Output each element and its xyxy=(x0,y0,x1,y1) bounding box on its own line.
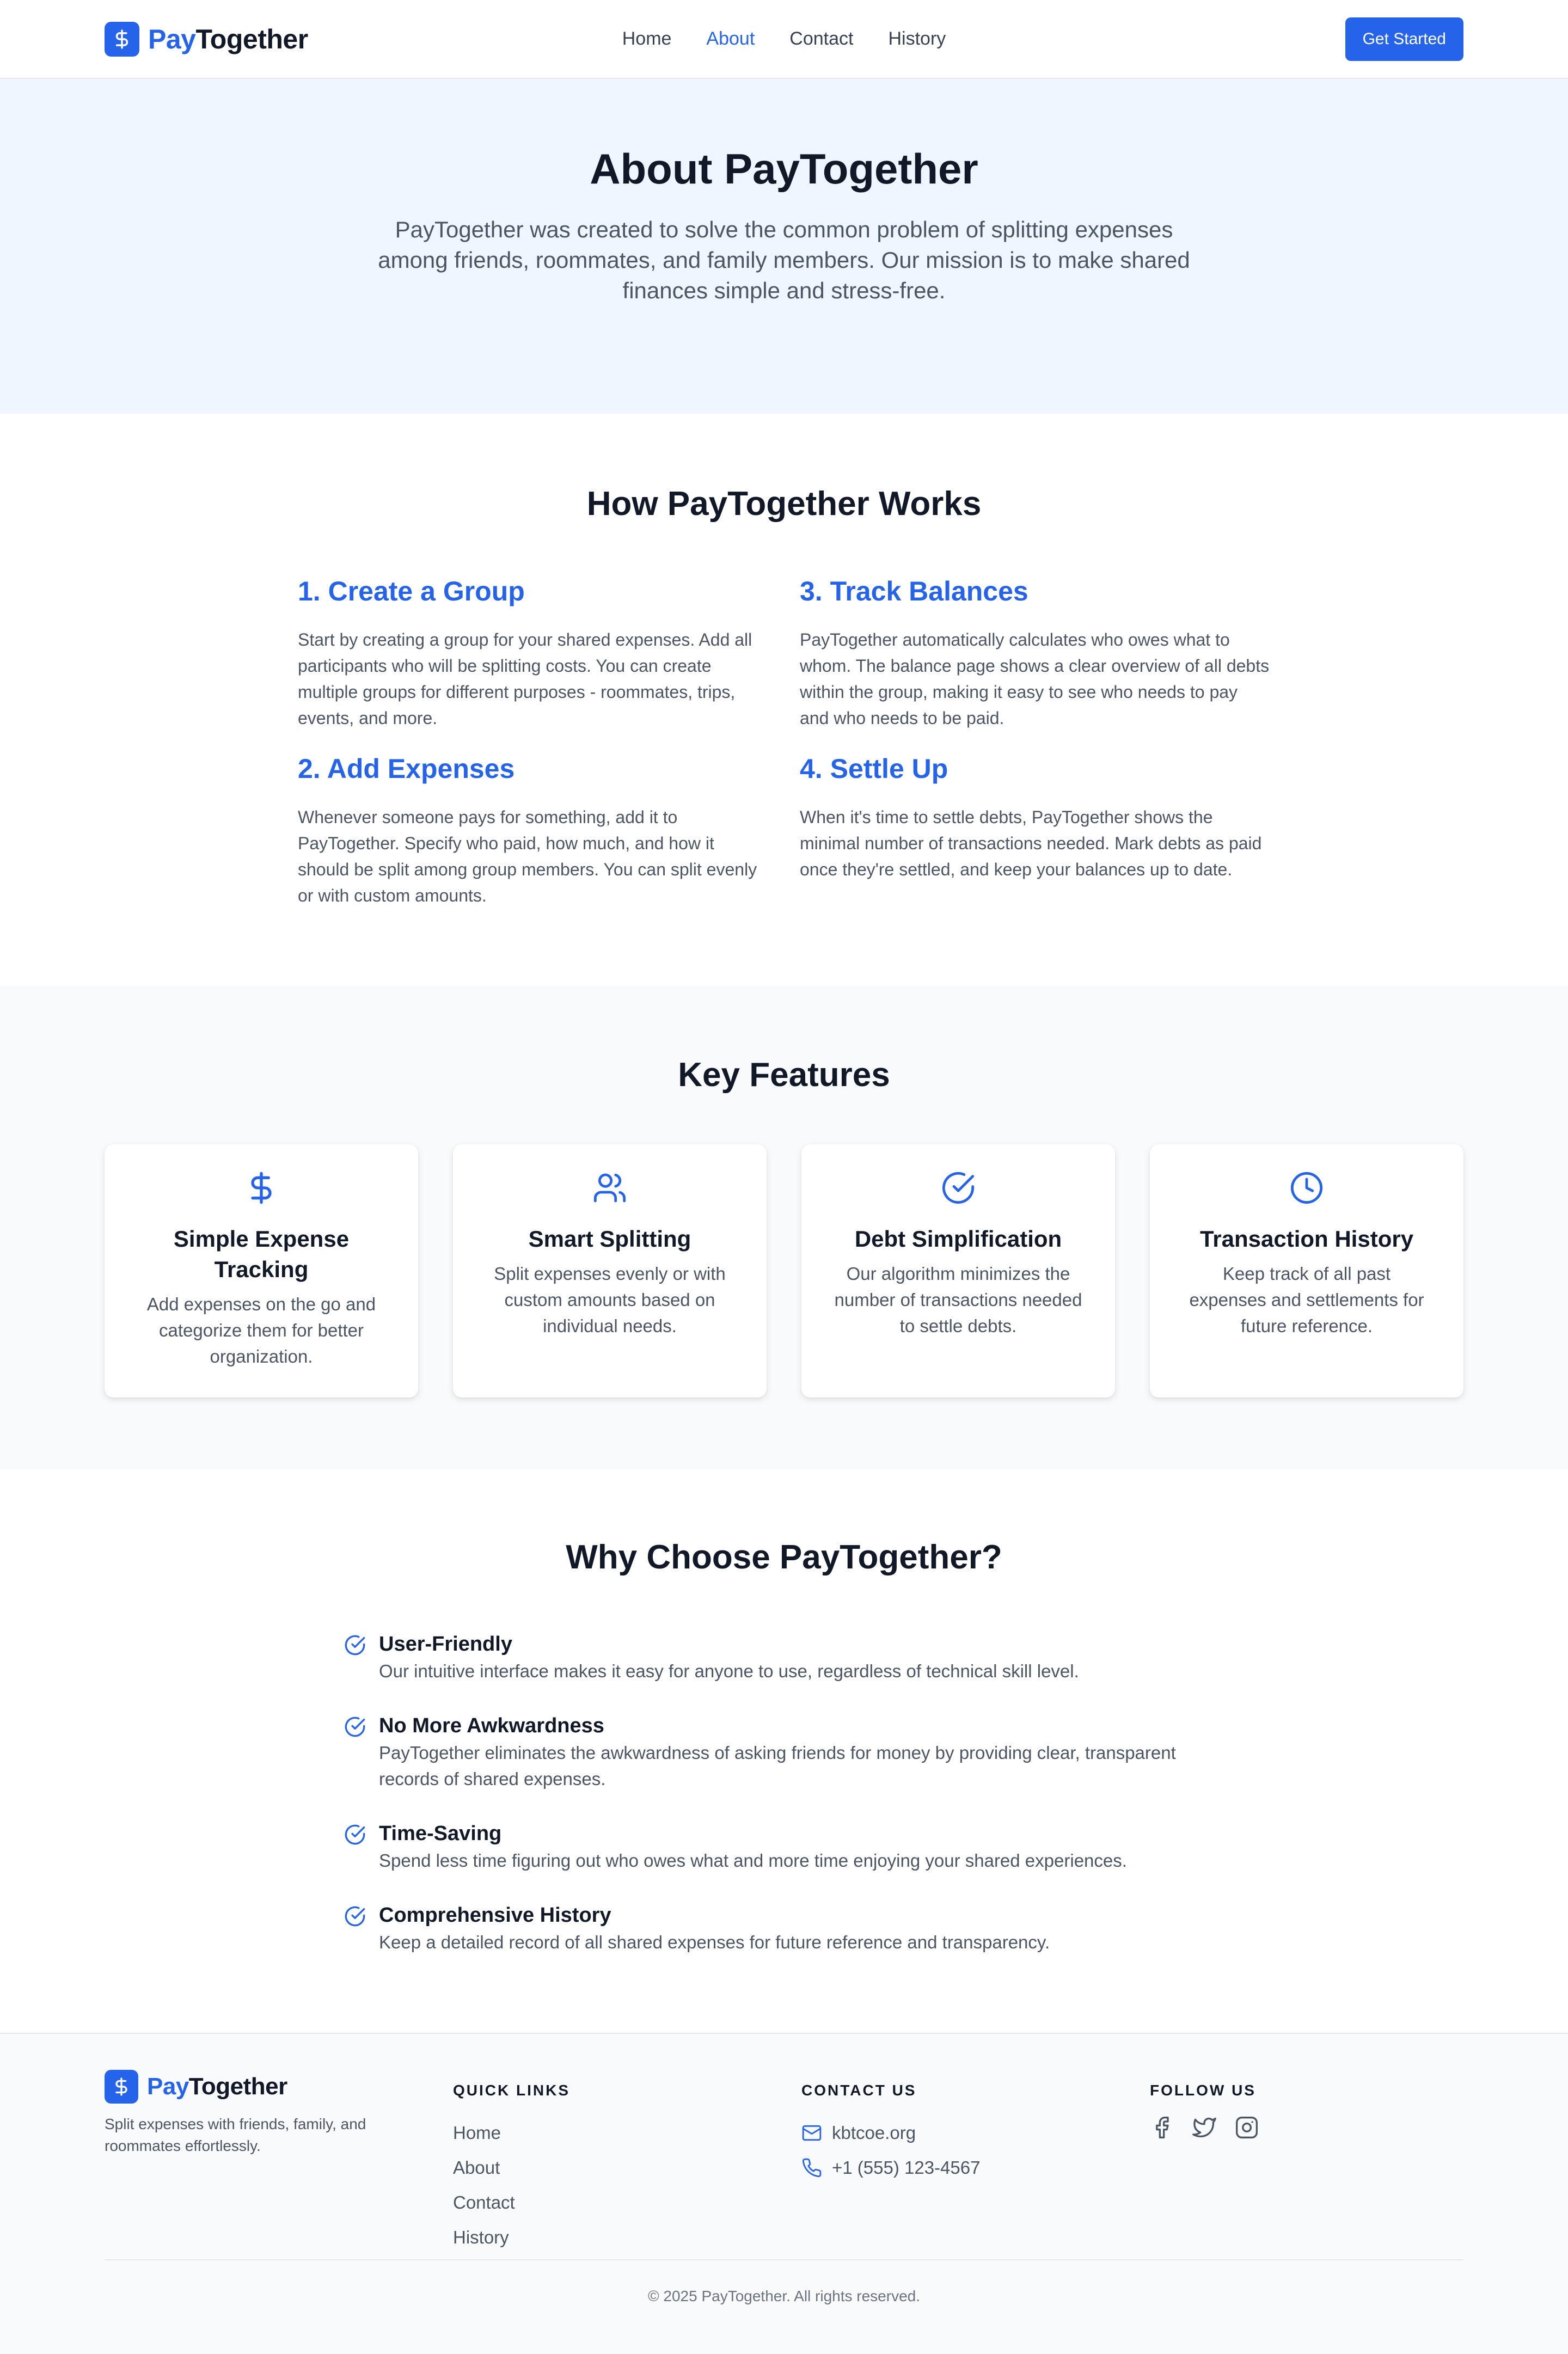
follow-heading: FOLLOW US xyxy=(1150,2082,1256,2099)
why-item-comprehensive-history: Comprehensive History Keep a detailed re… xyxy=(344,1901,1224,1955)
footer-brand-logo[interactable]: PayTogether xyxy=(105,2070,418,2104)
step-title: 4. Settle Up xyxy=(800,753,948,784)
step-text: PayTogether automatically calculates who… xyxy=(800,630,1270,728)
feature-card-smart-splitting: Smart Splitting Split expenses evenly or… xyxy=(453,1144,767,1397)
why-item-text: Keep a detailed record of all shared exp… xyxy=(379,1932,1050,1952)
quick-links-list: Home About Contact History xyxy=(453,2116,767,2255)
instagram-icon[interactable] xyxy=(1235,2116,1259,2140)
feature-text: Our algorithm minimizes the number of tr… xyxy=(834,1264,1082,1336)
check-circle-icon xyxy=(344,1819,366,1874)
feature-grid: Simple Expense Tracking Add expenses on … xyxy=(105,1144,1463,1397)
mail-icon xyxy=(801,2123,822,2143)
step-title: 2. Add Expenses xyxy=(298,753,515,784)
footer-link-about[interactable]: About xyxy=(453,2150,767,2185)
why-choose-title: Why Choose PayTogether? xyxy=(566,1538,1002,1576)
step-add-expenses: 2. Add Expenses Whenever someone pays fo… xyxy=(298,753,768,909)
feature-title: Debt Simplification xyxy=(854,1226,1062,1252)
contact-phone-text: +1 (555) 123-4567 xyxy=(832,2157,981,2178)
feature-card-expense-tracking: Simple Expense Tracking Add expenses on … xyxy=(105,1144,418,1397)
hero-section: About PayTogether PayTogether was create… xyxy=(0,79,1568,414)
how-it-works-title: How PayTogether Works xyxy=(586,485,982,523)
footer-link-history[interactable]: History xyxy=(453,2220,767,2255)
why-item-title: Time-Saving xyxy=(379,1822,502,1845)
copyright: © 2025 PayTogether. All rights reserved. xyxy=(647,2288,921,2304)
how-it-works-section: How PayTogether Works 1. Create a Group … xyxy=(0,414,1568,986)
nav-contact[interactable]: Contact xyxy=(789,28,853,50)
brand-name: PayTogether xyxy=(148,23,308,55)
brand-name-together: Together xyxy=(195,23,308,54)
step-text: Start by creating a group for your share… xyxy=(298,630,752,728)
step-title: 3. Track Balances xyxy=(800,576,1028,606)
site-header: PayTogether Home About Contact History G… xyxy=(0,0,1568,79)
why-item-title: No More Awkwardness xyxy=(379,1714,604,1737)
feature-card-transaction-history: Transaction History Keep track of all pa… xyxy=(1150,1144,1463,1397)
why-item-title: Comprehensive History xyxy=(379,1904,611,1927)
footer-follow-column: FOLLOW US xyxy=(1150,2070,1463,2259)
feature-text: Split expenses evenly or with custom amo… xyxy=(494,1264,726,1336)
why-item-time-saving: Time-Saving Spend less time figuring out… xyxy=(344,1819,1224,1874)
check-circle-icon xyxy=(344,1630,366,1684)
feature-title: Smart Splitting xyxy=(528,1226,691,1252)
footer-link-contact[interactable]: Contact xyxy=(453,2185,767,2220)
feature-text: Keep track of all past expenses and sett… xyxy=(1189,1264,1424,1336)
feature-text: Add expenses on the go and categorize th… xyxy=(146,1294,376,1366)
why-item-text: PayTogether eliminates the awkwardness o… xyxy=(379,1743,1176,1789)
step-text: When it's time to settle debts, PayToget… xyxy=(800,807,1262,879)
hero-description: PayTogether was created to solve the com… xyxy=(378,217,1190,303)
check-circle-icon xyxy=(344,1901,366,1955)
step-track-balances: 3. Track Balances PayTogether automatica… xyxy=(800,575,1270,731)
contact-email-text: kbtcoe.org xyxy=(832,2123,916,2143)
footer-brand-column: PayTogether Split expenses with friends,… xyxy=(105,2070,418,2259)
get-started-button[interactable]: Get Started xyxy=(1345,17,1463,61)
contact-email[interactable]: kbtcoe.org xyxy=(801,2116,1115,2150)
nav-about[interactable]: About xyxy=(706,28,755,50)
step-title: 1. Create a Group xyxy=(298,576,525,606)
brand-name-together: Together xyxy=(188,2073,287,2100)
quick-links-heading: QUICK LINKS xyxy=(453,2082,570,2099)
feature-title: Simple Expense Tracking xyxy=(173,1226,350,1282)
step-settle-up: 4. Settle Up When it's time to settle de… xyxy=(800,753,1270,909)
footer-quick-links-column: QUICK LINKS Home About Contact History xyxy=(453,2070,767,2259)
why-item-no-awkwardness: No More Awkwardness PayTogether eliminat… xyxy=(344,1712,1224,1792)
feature-card-debt-simplification: Debt Simplification Our algorithm minimi… xyxy=(801,1144,1115,1397)
check-circle-icon xyxy=(834,1170,1082,1209)
footer-grid: PayTogether Split expenses with friends,… xyxy=(105,2070,1463,2259)
contact-heading: CONTACT US xyxy=(801,2082,917,2099)
why-item-text: Our intuitive interface makes it easy fo… xyxy=(379,1661,1079,1681)
feature-title: Transaction History xyxy=(1199,1226,1414,1252)
brand-name: PayTogether xyxy=(147,2073,287,2100)
why-item-text: Spend less time figuring out who owes wh… xyxy=(379,1850,1127,1871)
dollar-icon xyxy=(105,21,139,57)
why-list: User-Friendly Our intuitive interface ma… xyxy=(344,1630,1224,1955)
twitter-icon[interactable] xyxy=(1192,2116,1216,2140)
footer-contact-column: CONTACT US kbtcoe.org +1 (555) 123-4567 xyxy=(801,2070,1115,2259)
step-text: Whenever someone pays for something, add… xyxy=(298,807,757,905)
footer-tagline: Split expenses with friends, family, and… xyxy=(105,2116,366,2154)
brand-name-pay: Pay xyxy=(147,2073,189,2100)
footer-link-home[interactable]: Home xyxy=(453,2116,767,2150)
why-item-user-friendly: User-Friendly Our intuitive interface ma… xyxy=(344,1630,1224,1684)
dollar-icon xyxy=(137,1170,385,1209)
facebook-icon[interactable] xyxy=(1150,2116,1174,2140)
phone-icon xyxy=(801,2157,822,2178)
site-footer: PayTogether Split expenses with friends,… xyxy=(0,2033,1568,2354)
nav-home[interactable]: Home xyxy=(622,28,672,50)
dollar-icon xyxy=(105,2070,138,2104)
why-choose-section: Why Choose PayTogether? User-Friendly Ou… xyxy=(0,1469,1568,2033)
steps-grid: 1. Create a Group Start by creating a gr… xyxy=(298,575,1270,909)
brand-name-pay: Pay xyxy=(148,23,196,54)
key-features-section: Key Features Simple Expense Tracking Add… xyxy=(0,986,1568,1469)
users-icon xyxy=(486,1170,734,1209)
main-nav: Home About Contact History xyxy=(622,28,946,50)
contact-phone[interactable]: +1 (555) 123-4567 xyxy=(801,2150,1115,2185)
page-title: About PayTogether xyxy=(590,145,978,193)
step-create-group: 1. Create a Group Start by creating a gr… xyxy=(298,575,768,731)
social-links xyxy=(1150,2116,1463,2140)
key-features-title: Key Features xyxy=(678,1056,890,1094)
check-circle-icon xyxy=(344,1712,366,1792)
clock-icon xyxy=(1183,1170,1431,1209)
why-item-title: User-Friendly xyxy=(379,1633,512,1656)
nav-history[interactable]: History xyxy=(888,28,946,50)
brand-logo[interactable]: PayTogether xyxy=(105,21,308,57)
